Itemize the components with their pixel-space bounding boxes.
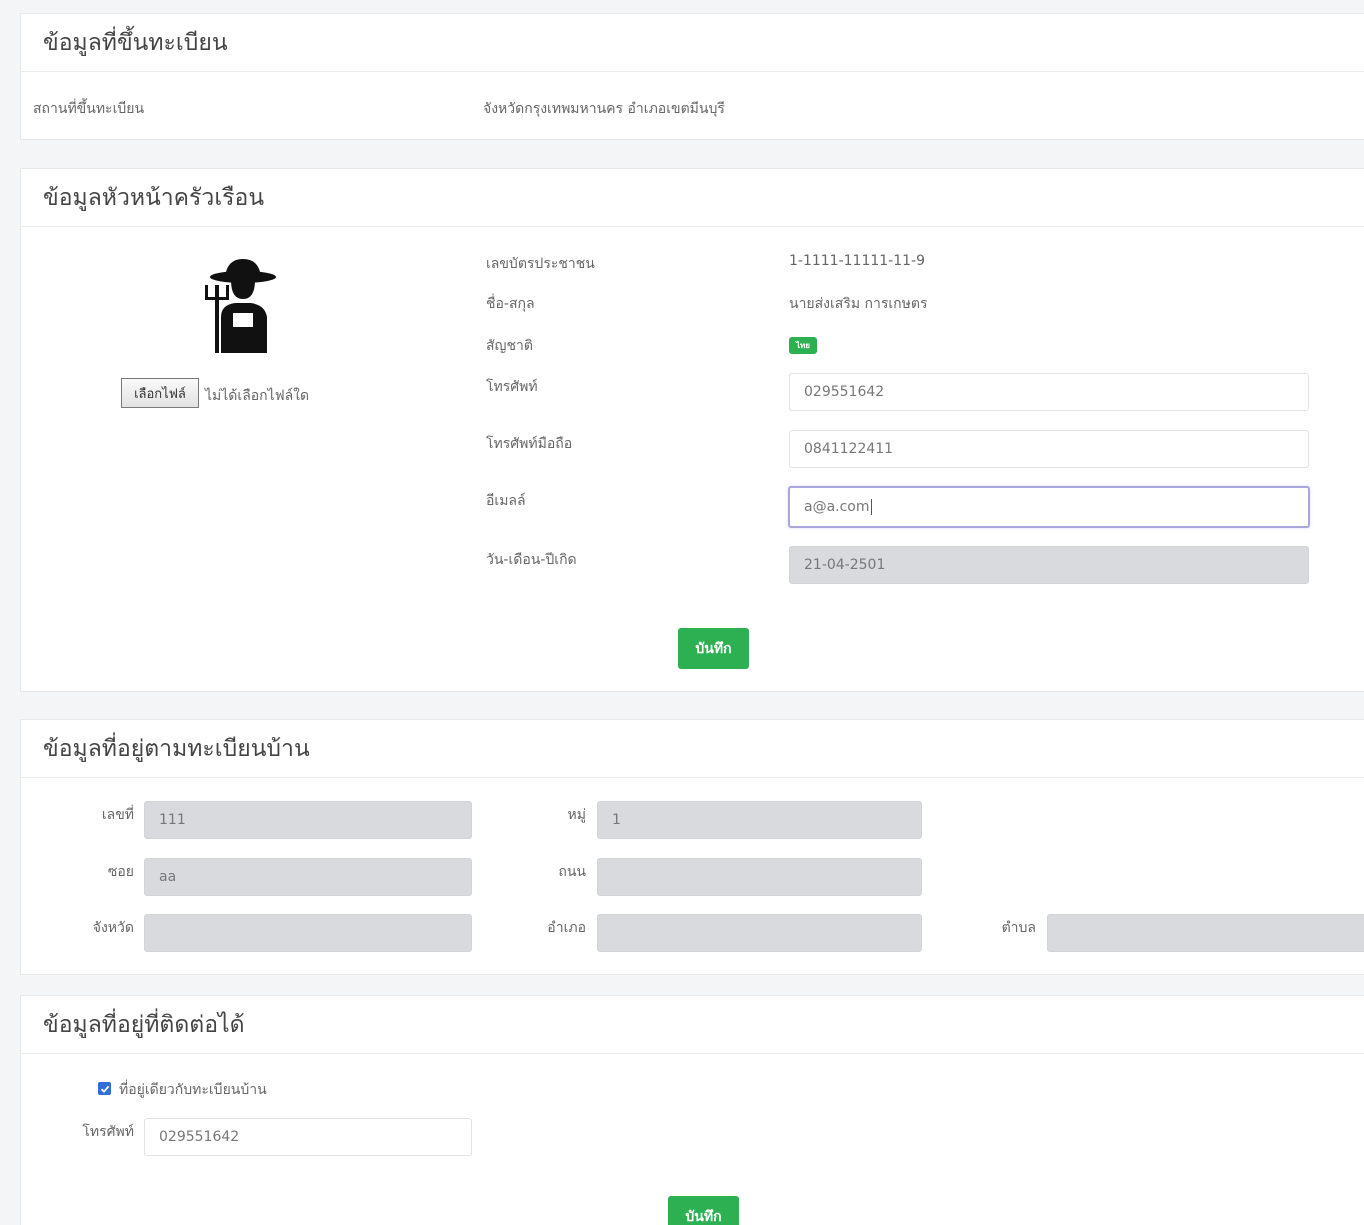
house-no-input[interactable]: 111 [144,801,472,839]
id-card-label: เลขบัตรประชาชน [486,256,595,272]
save-contact-button[interactable]: บันทึก [668,1196,739,1225]
email-input[interactable]: a@a.com [788,486,1310,528]
text-caret [870,499,872,515]
same-as-house-label[interactable]: ที่อยู่เดียวกับทะเบียนบ้าน [119,1079,267,1101]
moo-label: หมู่ [567,807,586,823]
subdistrict-input[interactable] [1047,914,1364,952]
contact-address-title: ข้อมูลที่อยู่ที่ติดต่อได้ [43,1011,245,1038]
fullname-value: นายส่งเสริม การเกษตร [789,296,928,312]
house-no-label: เลขที่ [101,807,134,823]
household-head-header: ข้อมูลหัวหน้าครัวเรือน [21,169,1364,227]
nationality-badge: ไทย [789,337,817,354]
dob-label: วัน-เดือน-ปีเกิด [486,552,577,568]
household-head-title: ข้อมูลหัวหน้าครัวเรือน [43,184,265,211]
registration-title: ข้อมูลที่ขึ้นทะเบียน [43,29,228,56]
district-label: อำเภอ [547,920,586,936]
phone-input-value: 029551642 [804,384,885,400]
check-icon [100,1085,109,1093]
save-household-button[interactable]: บันทึก [678,628,749,669]
district-input[interactable] [597,914,922,952]
dob-input[interactable]: 21-04-2501 [789,546,1309,584]
id-card-value: 1-1111-11111-11-9 [789,253,926,269]
subdistrict-label: ตำบล [1001,920,1036,936]
registration-place-value: จังหวัดกรุงเทพมหานคร อำเภอเขตมีนบุรี [483,101,725,117]
file-status-text: ไม่ได้เลือกไฟล์ใด [205,388,310,404]
nationality-label: สัญชาติ [486,338,533,354]
province-input[interactable] [144,914,472,952]
registration-header: ข้อมูลที่ขึ้นทะเบียน [21,14,1364,72]
contact-address-header: ข้อมูลที่อยู่ที่ติดต่อได้ [21,996,1364,1054]
email-input-value: a@a.com [804,499,870,515]
same-as-house-checkbox[interactable] [98,1082,111,1095]
house-no-value: 111 [159,812,186,828]
soi-value: aa [159,869,177,885]
house-address-title: ข้อมูลที่อยู่ตามทะเบียนบ้าน [43,735,310,762]
dob-input-value: 21-04-2501 [804,557,886,573]
registration-place-label: สถานที่ขึ้นทะเบียน [33,101,145,117]
contact-phone-value: 029551642 [159,1129,240,1145]
contact-phone-input[interactable]: 029551642 [144,1118,472,1156]
phone-input[interactable]: 029551642 [789,373,1309,411]
mobile-label: โทรศัพท์มือถือ [486,436,573,452]
mobile-input[interactable]: 0841122411 [789,430,1309,468]
fullname-label: ชื่อ-สกุล [486,296,535,312]
mobile-input-value: 0841122411 [804,441,894,457]
household-head-card: ข้อมูลหัวหน้าครัวเรือน เลือกไฟล์ ไม่ได้เ… [20,168,1364,692]
house-address-card: ข้อมูลที่อยู่ตามทะเบียนบ้าน เลขที่ 111 ห… [20,719,1364,975]
registration-card: ข้อมูลที่ขึ้นทะเบียน สถานที่ขึ้นทะเบียน … [20,13,1364,140]
contact-phone-label: โทรศัพท์ [82,1124,134,1140]
road-input[interactable] [597,858,922,896]
email-label: อีเมลล์ [486,493,526,509]
farmer-icon [191,255,291,355]
house-address-header: ข้อมูลที่อยู่ตามทะเบียนบ้าน [21,720,1364,778]
moo-input[interactable]: 1 [597,801,922,839]
province-label: จังหวัด [92,920,134,936]
moo-value: 1 [612,812,621,828]
contact-address-card: ข้อมูลที่อยู่ที่ติดต่อได้ ที่อยู่เดียวกั… [20,995,1364,1225]
soi-label: ซอย [107,864,134,880]
choose-file-button[interactable]: เลือกไฟล์ [121,378,199,408]
road-label: ถนน [558,864,586,880]
soi-input[interactable]: aa [144,858,472,896]
phone-label: โทรศัพท์ [486,379,538,395]
